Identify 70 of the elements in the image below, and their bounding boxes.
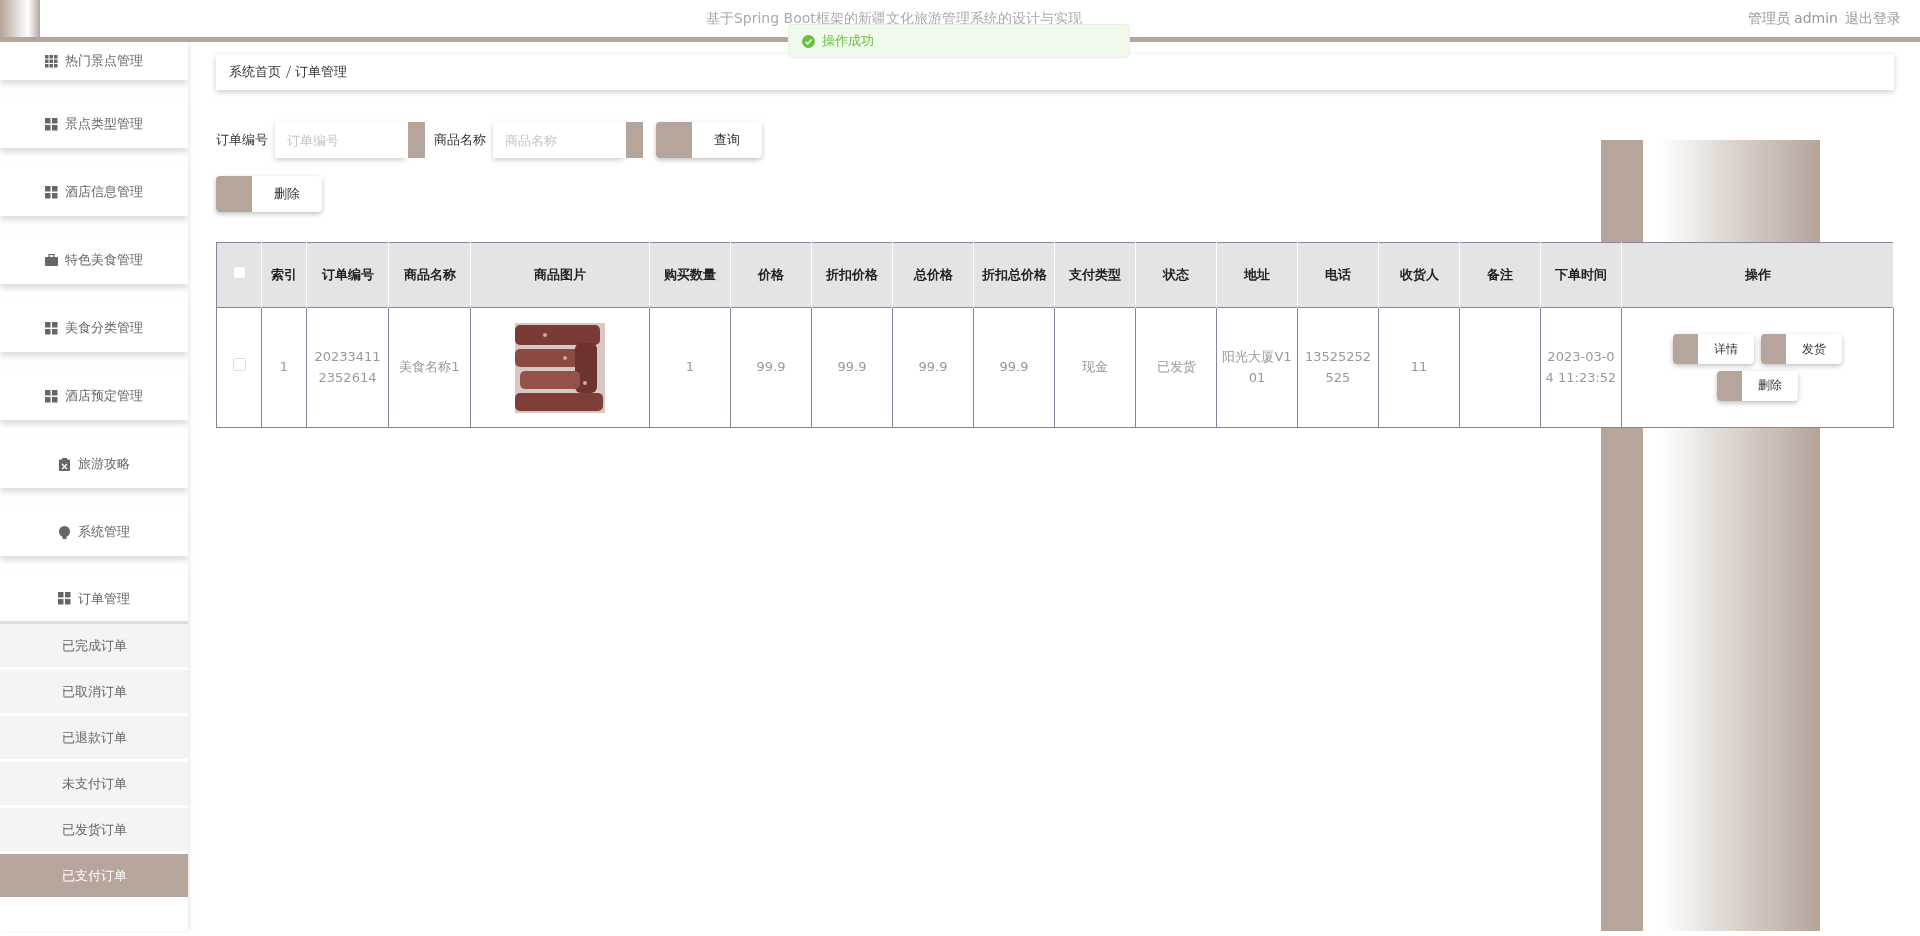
- column-header: 商品图片: [470, 242, 650, 308]
- column-header: 操作: [1621, 242, 1894, 308]
- column-header: 支付类型: [1054, 242, 1136, 308]
- column-header: 折扣价格: [811, 242, 893, 308]
- column-header: 总价格: [892, 242, 974, 308]
- table-cell: 13525252525: [1304, 349, 1372, 385]
- search-field[interactable]: 订单编号: [274, 122, 405, 158]
- column-header: 地址: [1216, 242, 1298, 308]
- submenu-item[interactable]: 已退款订单: [0, 716, 188, 762]
- column-header: 订单编号: [306, 242, 389, 308]
- breadcrumb-current: 订单管理: [295, 63, 347, 82]
- column-header: 折扣总价格: [973, 242, 1055, 308]
- search-button[interactable]: 查询: [655, 122, 762, 158]
- delete-button[interactable]: 删除: [216, 176, 322, 212]
- submenu-item[interactable]: 已发货订单: [0, 808, 188, 854]
- success-icon: [802, 34, 815, 48]
- sidebar-item[interactable]: 旅游攻略: [0, 440, 188, 488]
- sidebar-item[interactable]: 特色美食管理: [0, 236, 188, 284]
- table-cell: 99.9: [756, 359, 786, 375]
- select-all-checkbox[interactable]: [232, 266, 246, 280]
- column-header: 索引: [261, 242, 307, 308]
- column-header: 价格: [730, 242, 812, 308]
- sidebar-item[interactable]: 美食分类管理: [0, 304, 188, 352]
- table-cell: 阳光大厦V101: [1222, 349, 1292, 385]
- briefcase-icon: [45, 253, 59, 267]
- table-cell: 99.9: [918, 359, 948, 375]
- search-field[interactable]: 商品名称: [492, 122, 623, 158]
- column-header: 电话: [1297, 242, 1379, 308]
- sidebar-item[interactable]: 系统管理: [0, 508, 188, 556]
- sidebar-item[interactable]: 酒店预定管理: [0, 372, 188, 420]
- sidebar-item[interactable]: 景点类型管理: [0, 100, 188, 148]
- action-button[interactable]: 删除: [1717, 370, 1798, 401]
- sidebar-item[interactable]: 酒店信息管理: [0, 168, 188, 216]
- row-checkbox[interactable]: [232, 358, 246, 372]
- table-cell: 2023-03-04 11:23:52: [1545, 349, 1617, 385]
- grid-icon: [45, 117, 59, 131]
- column-header: 商品名称: [388, 242, 471, 308]
- grid-icon: [45, 321, 59, 335]
- action-button[interactable]: 发货: [1760, 334, 1842, 365]
- table-cell: 99.9: [837, 359, 867, 375]
- user-label: 管理员 admin: [1747, 9, 1838, 28]
- column-header: 备注: [1459, 242, 1541, 308]
- grid-icon: [45, 185, 59, 199]
- table-cell: 1: [279, 359, 289, 375]
- grid-icon: [58, 592, 72, 605]
- table-cell: 1: [685, 359, 695, 375]
- submenu-item[interactable]: 未支付订单: [0, 762, 188, 808]
- field-label: 订单编号: [216, 131, 268, 150]
- toast-message: 操作成功: [821, 32, 874, 51]
- table-cell: 现金: [1082, 359, 1108, 375]
- submenu-item[interactable]: 已取消订单: [0, 670, 188, 716]
- clipboard-icon: [58, 457, 72, 471]
- grid-icon: [45, 54, 59, 68]
- action-button[interactable]: 详情: [1673, 334, 1755, 365]
- grid-icon: [45, 389, 59, 403]
- logo-block: [0, 0, 40, 37]
- column-header: 下单时间: [1540, 242, 1622, 308]
- table-cell: 美食名称1: [399, 359, 460, 375]
- table-cell: 202334112352614: [314, 349, 381, 385]
- column-header: 状态: [1135, 242, 1217, 308]
- submenu-item[interactable]: 已完成订单: [0, 624, 188, 670]
- column-header: 购买数量: [649, 242, 731, 308]
- column-header: 收货人: [1378, 242, 1460, 308]
- table-cell: 11: [1410, 359, 1428, 375]
- lightbulb-icon: [58, 525, 72, 539]
- breadcrumb-link[interactable]: 系统首页: [229, 62, 281, 82]
- sidebar-item[interactable]: 订单管理: [0, 576, 188, 624]
- field-label: 商品名称: [434, 131, 487, 150]
- table-cell: 99.9: [999, 359, 1029, 375]
- table-cell: 已发货: [1156, 359, 1196, 375]
